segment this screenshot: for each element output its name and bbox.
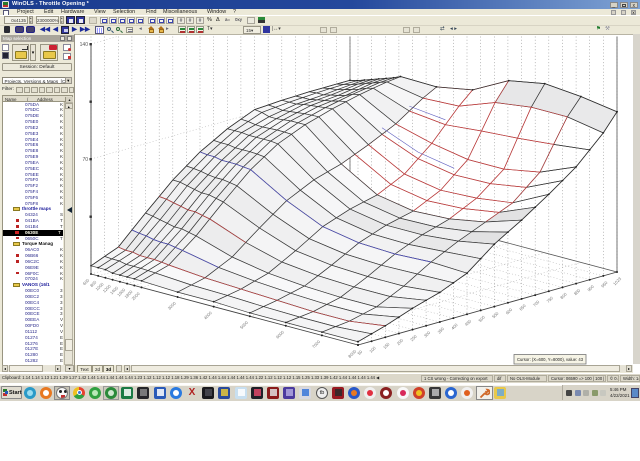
svg-text:Cursor: (X=600, Y=8000), value: Cursor: (X=600, Y=8000), value: 43 (517, 357, 584, 362)
svg-text:140: 140 (80, 42, 89, 48)
svg-text:70: 70 (82, 157, 88, 163)
